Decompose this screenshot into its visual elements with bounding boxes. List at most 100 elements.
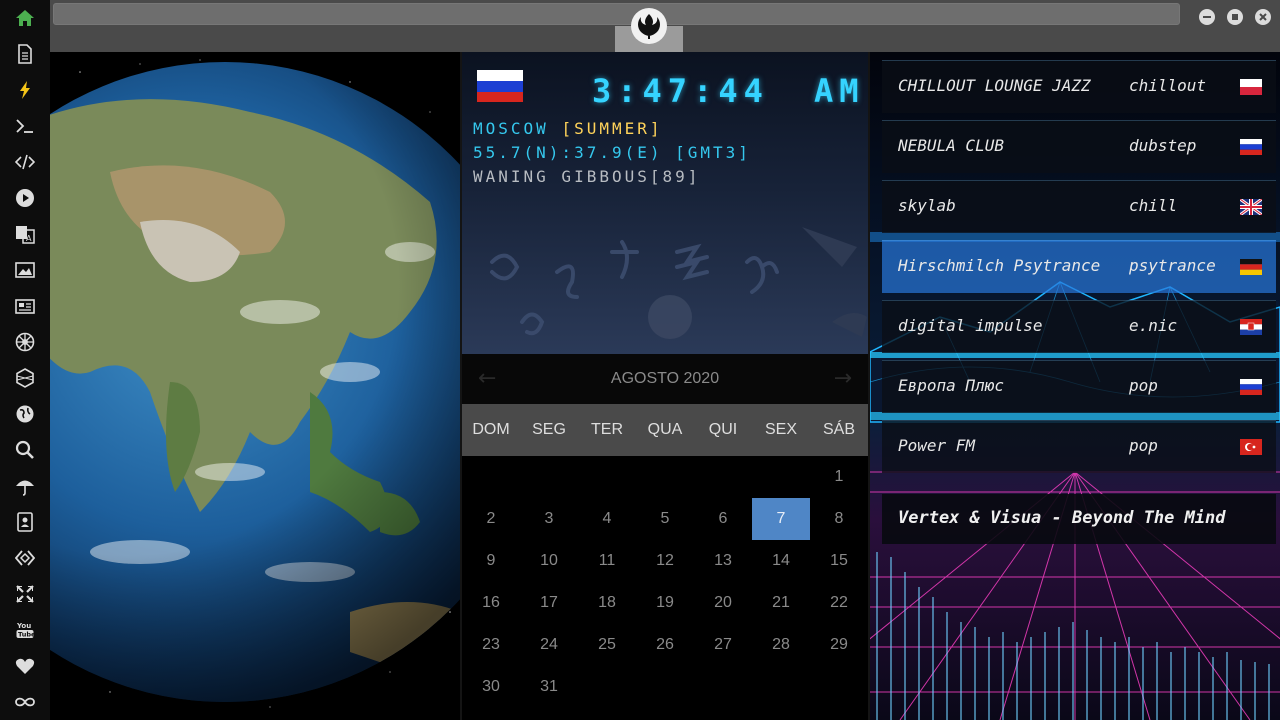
calendar-day[interactable]: 11	[578, 540, 636, 582]
newspaper-icon[interactable]	[13, 294, 37, 318]
calendar-day[interactable]: 2	[462, 498, 520, 540]
station-row[interactable]: Power FM pop	[882, 420, 1276, 473]
calendar-day[interactable]: 23	[462, 624, 520, 666]
month-label: AGOSTO 2020	[610, 370, 720, 387]
diamond-code-icon[interactable]	[13, 546, 37, 570]
calendar-day[interactable]: 13	[694, 540, 752, 582]
calendar-day[interactable]: 29	[810, 624, 868, 666]
station-row[interactable]: digital impulse e.nic	[882, 300, 1276, 353]
moon-phase: WANING GIBBOUS[89]	[473, 167, 701, 186]
now-playing-bar[interactable]: Vertex & Visua - Beyond The Mind	[882, 494, 1276, 544]
calendar-day[interactable]: 31	[520, 666, 578, 708]
document-icon[interactable]	[13, 42, 37, 66]
close-button[interactable]	[1255, 9, 1271, 25]
calendar-day[interactable]: 6	[694, 498, 752, 540]
turkey-flag-icon	[1240, 439, 1262, 455]
svg-text:A: A	[26, 234, 32, 243]
expand-icon[interactable]	[13, 582, 37, 606]
maximize-button[interactable]	[1227, 9, 1243, 25]
svg-text:Tube: Tube	[18, 631, 35, 639]
next-month-button[interactable]: →	[834, 366, 852, 391]
minimize-button[interactable]	[1199, 9, 1215, 25]
calendar-day-today[interactable]: 7	[752, 498, 810, 540]
calendar-day[interactable]: 9	[462, 540, 520, 582]
calendar-day[interactable]: 4	[578, 498, 636, 540]
play-icon[interactable]	[13, 186, 37, 210]
weekday-row: DOM SEG TER QUA QUI SEX SÁB	[462, 404, 868, 456]
calendar-day[interactable]: 28	[752, 624, 810, 666]
calendar-day[interactable]: 27	[694, 624, 752, 666]
station-name: Европа Плюс	[898, 376, 1004, 395]
title-bar	[50, 0, 1280, 52]
calendar-day[interactable]: 10	[520, 540, 578, 582]
station-genre: dubstep	[1129, 136, 1197, 155]
calendar-day[interactable]: 17	[520, 582, 578, 624]
station-name: Power FM	[898, 436, 976, 455]
calendar-day[interactable]: 8	[810, 498, 868, 540]
calendar-day[interactable]: 20	[694, 582, 752, 624]
station-genre: pop	[1129, 376, 1158, 395]
station-genre: psytrance	[1129, 256, 1216, 275]
search-icon[interactable]	[13, 438, 37, 462]
home-icon[interactable]	[13, 6, 37, 30]
calendar-day[interactable]: 3	[520, 498, 578, 540]
weekday-label: QUA	[647, 421, 683, 438]
station-name: NEBULA CLUB	[898, 136, 1004, 155]
code-icon[interactable]	[13, 150, 37, 174]
calendar-day[interactable]: 22	[810, 582, 868, 624]
translate-icon[interactable]: A	[13, 222, 37, 246]
rebel-alliance-icon[interactable]	[631, 8, 667, 44]
earth-globe-view[interactable]	[50, 52, 460, 720]
calendar-day[interactable]: 24	[520, 624, 578, 666]
calendar-day[interactable]: 15	[810, 540, 868, 582]
station-row-selected[interactable]: Hirschmilch Psytrance psytrance	[882, 240, 1276, 293]
earth-globe-image	[50, 52, 460, 720]
image-icon[interactable]	[13, 258, 37, 282]
calendar-day[interactable]: 16	[462, 582, 520, 624]
station-row[interactable]: Европа Плюс pop	[882, 360, 1276, 413]
calendar-day[interactable]: 19	[636, 582, 694, 624]
station-name: skylab	[898, 196, 956, 215]
russia-flag-icon	[477, 70, 523, 102]
prev-month-button[interactable]: ←	[478, 366, 496, 391]
weekday-label: QUI	[708, 421, 738, 438]
youtube-icon[interactable]: You Tube	[13, 618, 37, 642]
location-line: MOSCOW [SUMMER]	[473, 119, 663, 138]
station-row[interactable]: CHILLOUT LOUNGE JAZZ chillout	[882, 60, 1276, 113]
svg-text:You: You	[16, 622, 31, 630]
calendar-day[interactable]: 21	[752, 582, 810, 624]
station-genre: e.nic	[1129, 316, 1178, 335]
contacts-icon[interactable]	[13, 510, 37, 534]
umbrella-icon[interactable]	[13, 474, 37, 498]
calendar-day[interactable]: 18	[578, 582, 636, 624]
station-genre: chill	[1129, 196, 1178, 215]
empire-icon[interactable]	[13, 330, 37, 354]
season-label: [SUMMER]	[561, 119, 663, 138]
globe-icon[interactable]	[13, 402, 37, 426]
infinity-cloud-icon[interactable]	[13, 690, 37, 714]
russia-flag-icon	[1240, 379, 1262, 395]
calendar-day[interactable]: 12	[636, 540, 694, 582]
clock-panel: 3:47:44 AM MOSCOW [SUMMER] 55.7(N):37.9(…	[462, 52, 868, 354]
calendar-day[interactable]: 30	[462, 666, 520, 708]
calendar-day[interactable]: 25	[578, 624, 636, 666]
weekday-label: TER	[591, 421, 623, 438]
station-row[interactable]: skylab chill	[882, 180, 1276, 233]
hexagon-icon[interactable]	[13, 366, 37, 390]
address-bar[interactable]	[53, 3, 1180, 25]
calendar-day[interactable]: 1	[810, 456, 868, 498]
weekday-label: DOM	[472, 421, 510, 438]
station-row[interactable]: NEBULA CLUB dubstep	[882, 120, 1276, 173]
sidebar: A You Tube	[0, 0, 50, 720]
terminal-icon[interactable]	[13, 114, 37, 138]
lightning-icon[interactable]	[13, 78, 37, 102]
calendar-day[interactable]: 26	[636, 624, 694, 666]
weekday-label: SÁB	[822, 421, 855, 438]
station-name: digital impulse	[898, 316, 1043, 335]
station-genre: pop	[1129, 436, 1158, 455]
calendar-day[interactable]: 5	[636, 498, 694, 540]
clock-ampm: AM	[814, 72, 865, 110]
city-name: MOSCOW	[473, 119, 549, 138]
calendar-day[interactable]: 14	[752, 540, 810, 582]
heart-icon[interactable]	[13, 654, 37, 678]
